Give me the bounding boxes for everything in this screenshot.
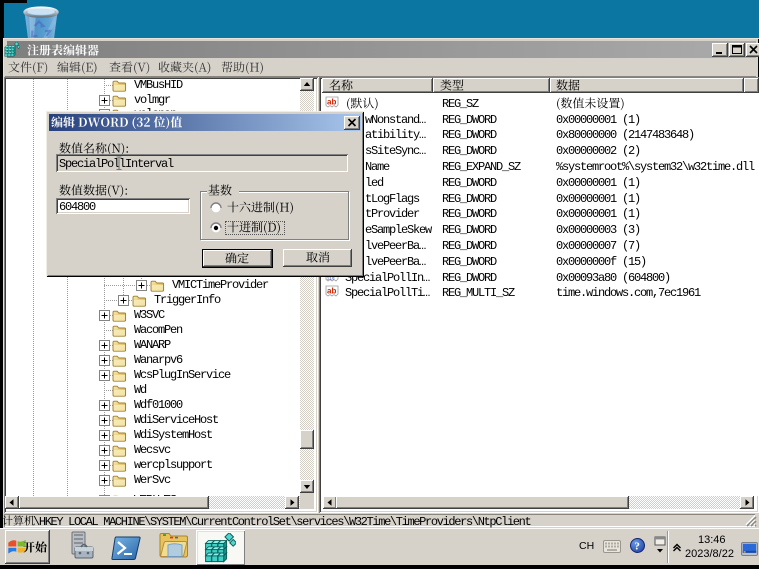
svg-text:110: 110	[327, 276, 335, 281]
svg-text:?: ?	[634, 541, 640, 553]
svg-text:ab: ab	[327, 98, 336, 107]
svg-text:ab: ab	[327, 287, 336, 296]
